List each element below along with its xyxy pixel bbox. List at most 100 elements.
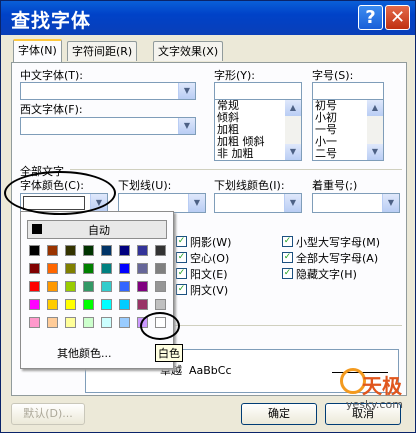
style-label: 字形(Y): bbox=[214, 69, 256, 82]
color-cell[interactable] bbox=[119, 281, 130, 292]
color-cell[interactable] bbox=[155, 245, 166, 256]
color-cell[interactable] bbox=[65, 263, 76, 274]
scrollbar[interactable]: ▲ ▼ bbox=[285, 100, 301, 160]
font-color-popup: 自动 其他颜色... bbox=[20, 211, 174, 369]
chevron-down-icon[interactable]: ▼ bbox=[382, 194, 399, 212]
scroll-down-icon[interactable]: ▼ bbox=[367, 144, 383, 160]
underline-label: 下划线(U): bbox=[118, 179, 172, 192]
all-caps-checkbox[interactable]: ✓ bbox=[282, 252, 293, 263]
scroll-up-icon[interactable]: ▲ bbox=[367, 100, 383, 116]
small-caps-checkbox[interactable]: ✓ bbox=[282, 236, 293, 247]
color-cell[interactable] bbox=[137, 245, 148, 256]
color-cell[interactable] bbox=[101, 281, 112, 292]
scroll-up-icon[interactable]: ▲ bbox=[285, 100, 301, 116]
chevron-down-icon[interactable]: ▼ bbox=[188, 194, 205, 212]
help-button[interactable]: ? bbox=[358, 5, 383, 30]
outline-checkbox[interactable]: ✓ bbox=[176, 252, 187, 263]
chevron-down-icon[interactable]: ▼ bbox=[178, 118, 195, 134]
underline-color-label: 下划线颜色(I): bbox=[214, 179, 285, 192]
color-cell[interactable] bbox=[155, 263, 166, 274]
chinese-font-combo[interactable]: ▼ bbox=[20, 82, 196, 100]
font-color-label: 字体颜色(C): bbox=[20, 179, 84, 192]
color-cell[interactable] bbox=[83, 281, 94, 292]
shadow-checkbox[interactable]: ✓ bbox=[176, 236, 187, 247]
color-cell[interactable] bbox=[47, 245, 58, 256]
color-cell[interactable] bbox=[83, 317, 94, 328]
outline-label: 空心(O) bbox=[190, 252, 230, 265]
color-cell[interactable] bbox=[47, 317, 58, 328]
more-colors-button[interactable]: 其他颜色... bbox=[57, 345, 112, 361]
divider bbox=[172, 325, 402, 326]
close-button[interactable]: ✕ bbox=[385, 5, 410, 30]
engrave-checkbox[interactable]: ✓ bbox=[176, 284, 187, 295]
tab-character-spacing[interactable]: 字符间距(R) bbox=[67, 41, 138, 61]
color-cell[interactable] bbox=[47, 299, 58, 310]
color-cell[interactable] bbox=[101, 317, 112, 328]
color-cell[interactable] bbox=[83, 299, 94, 310]
watermark-brand: 天极 bbox=[362, 374, 402, 398]
color-cell[interactable] bbox=[101, 263, 112, 274]
chevron-down-icon[interactable]: ▼ bbox=[178, 83, 195, 99]
style-input[interactable] bbox=[214, 82, 302, 100]
color-cell[interactable] bbox=[155, 317, 166, 328]
color-cell[interactable] bbox=[65, 317, 76, 328]
color-cell[interactable] bbox=[29, 317, 40, 328]
color-cell[interactable] bbox=[155, 281, 166, 292]
title-bar[interactable]: 查找字体 ? ✕ bbox=[1, 1, 415, 35]
emphasis-combo[interactable]: ▼ bbox=[312, 193, 400, 213]
hidden-text-checkbox[interactable]: ✓ bbox=[282, 268, 293, 279]
all-caps-label: 全部大写字母(A) bbox=[296, 252, 379, 265]
engrave-label: 阴文(V) bbox=[190, 284, 229, 297]
chevron-down-icon[interactable]: ▼ bbox=[284, 194, 301, 212]
font-color-combo[interactable]: ▼ bbox=[20, 193, 108, 213]
color-cell[interactable] bbox=[65, 299, 76, 310]
color-cell[interactable] bbox=[119, 263, 130, 274]
size-input[interactable] bbox=[312, 82, 384, 100]
emphasis-label: 着重号(;) bbox=[312, 179, 358, 192]
tab-text-effects[interactable]: 文字效果(X) bbox=[153, 41, 224, 61]
color-cell[interactable] bbox=[119, 245, 130, 256]
small-caps-label: 小型大写字母(M) bbox=[296, 236, 381, 249]
shadow-label: 阴影(W) bbox=[190, 236, 232, 249]
color-cell[interactable] bbox=[83, 245, 94, 256]
color-cell[interactable] bbox=[65, 281, 76, 292]
underline-combo[interactable]: ▼ bbox=[118, 193, 206, 213]
color-cell[interactable] bbox=[137, 299, 148, 310]
color-cell[interactable] bbox=[47, 263, 58, 274]
color-cell[interactable] bbox=[101, 245, 112, 256]
color-cell[interactable] bbox=[65, 245, 76, 256]
color-cell[interactable] bbox=[101, 299, 112, 310]
color-cell[interactable] bbox=[29, 281, 40, 292]
color-cell[interactable] bbox=[137, 263, 148, 274]
color-cell[interactable] bbox=[47, 281, 58, 292]
scroll-down-icon[interactable]: ▼ bbox=[285, 144, 301, 160]
color-swatch bbox=[23, 196, 85, 210]
auto-color-swatch bbox=[32, 224, 42, 234]
default-button[interactable]: 默认(D)... bbox=[11, 403, 85, 425]
underline-color-combo[interactable]: ▼ bbox=[214, 193, 302, 213]
size-label: 字号(S): bbox=[312, 69, 354, 82]
hidden-text-label: 隐藏文字(H) bbox=[296, 268, 357, 281]
color-cell[interactable] bbox=[29, 245, 40, 256]
chinese-font-label: 中文字体(T): bbox=[20, 69, 84, 82]
color-cell[interactable] bbox=[29, 263, 40, 274]
emboss-checkbox[interactable]: ✓ bbox=[176, 268, 187, 279]
color-cell[interactable] bbox=[137, 281, 148, 292]
western-font-label: 西文字体(F): bbox=[20, 103, 83, 116]
scrollbar[interactable]: ▲ ▼ bbox=[367, 100, 383, 160]
style-listbox[interactable]: 常规 倾斜 加粗 加粗 倾斜 非 加粗 ▲ ▼ bbox=[214, 99, 302, 161]
dialog-title: 查找字体 bbox=[11, 10, 92, 32]
auto-color-label: 自动 bbox=[88, 224, 110, 237]
tab-font[interactable]: 字体(N) bbox=[13, 39, 62, 62]
chevron-down-icon[interactable]: ▼ bbox=[90, 194, 107, 212]
color-cell[interactable] bbox=[83, 263, 94, 274]
ok-button[interactable]: 确定 bbox=[241, 403, 317, 425]
auto-color-button[interactable]: 自动 bbox=[27, 220, 167, 239]
size-listbox[interactable]: 初号 小初 一号 小一 二号 ▲ ▼ bbox=[312, 99, 384, 161]
color-cell[interactable] bbox=[137, 317, 148, 328]
color-cell[interactable] bbox=[155, 299, 166, 310]
color-cell[interactable] bbox=[29, 299, 40, 310]
western-font-combo[interactable]: ▼ bbox=[20, 117, 196, 135]
color-cell[interactable] bbox=[119, 299, 130, 310]
color-cell[interactable] bbox=[119, 317, 130, 328]
